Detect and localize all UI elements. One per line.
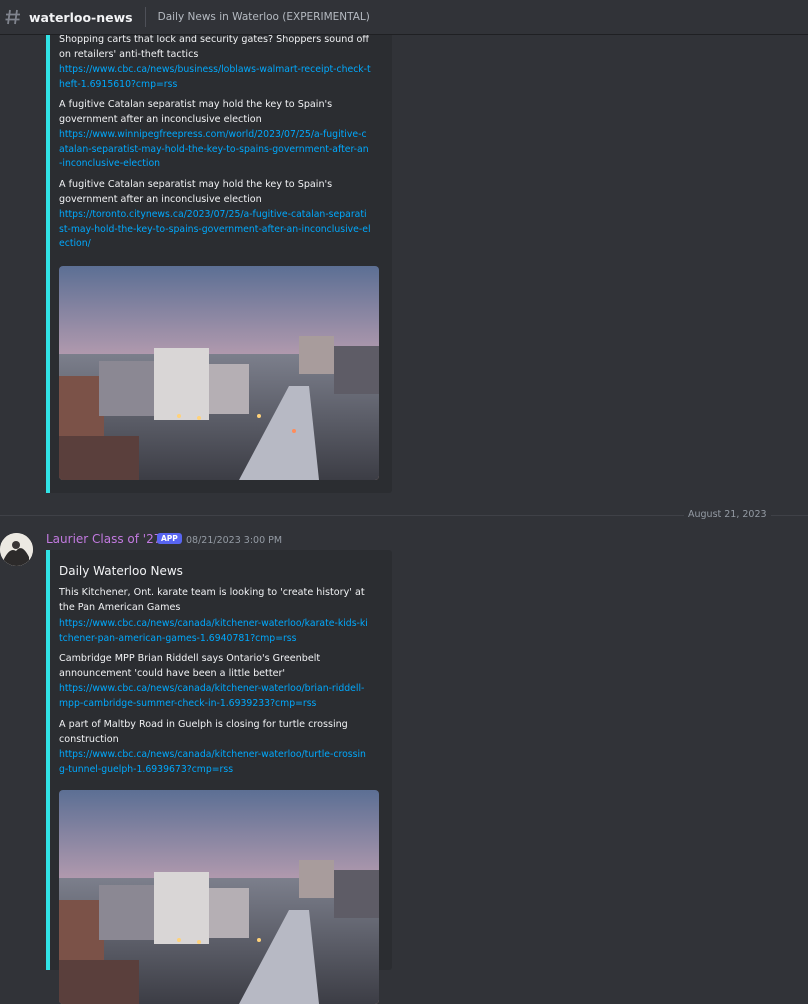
date-divider-label: August 21, 2023 (684, 509, 771, 520)
news-item-title: This Kitchener, Ont. karate team is look… (59, 587, 365, 613)
message-author[interactable]: Laurier Class of '27 (46, 532, 161, 546)
embed-image[interactable] (59, 266, 379, 480)
news-item-link[interactable]: https://www.cbc.ca/news/business/loblaws… (59, 63, 371, 92)
news-item-link[interactable]: https://www.cbc.ca/news/canada/kitchener… (59, 748, 371, 777)
news-item-title: A fugitive Catalan separatist may hold t… (59, 179, 333, 205)
previous-news-embed: Shopping carts that lock and security ga… (46, 20, 392, 493)
message-timestamp: 08/21/2023 3:00 PM (186, 535, 283, 546)
news-item-link[interactable]: https://www.cbc.ca/news/canada/kitchener… (59, 617, 371, 646)
news-item-title: A part of Maltby Road in Guelph is closi… (59, 719, 348, 745)
channel-name: waterloo-news (29, 9, 133, 25)
news-item-link[interactable]: https://toronto.citynews.ca/2023/07/25/a… (59, 208, 371, 252)
embed-image[interactable] (59, 790, 379, 1004)
channel-header: waterloo-news Daily News in Waterloo (EX… (0, 0, 808, 35)
news-item-title: A fugitive Catalan separatist may hold t… (59, 99, 333, 125)
news-embed: Daily Waterloo News This Kitchener, Ont.… (46, 550, 392, 1004)
news-item-title: Cambridge MPP Brian Riddell says Ontario… (59, 653, 321, 679)
header-divider (144, 7, 146, 27)
news-item-link[interactable]: https://www.winnipegfreepress.com/world/… (59, 128, 371, 172)
news-item-link[interactable]: https://www.cbc.ca/news/canada/kitchener… (59, 682, 371, 711)
app-badge: APP (157, 533, 182, 544)
channel-topic[interactable]: Daily News in Waterloo (EXPERIMENTAL) (158, 11, 370, 23)
news-item-title: Shopping carts that lock and security ga… (59, 34, 369, 60)
embed-title: Daily Waterloo News (59, 564, 183, 578)
hashtag-icon (5, 9, 20, 25)
avatar[interactable] (0, 533, 33, 566)
